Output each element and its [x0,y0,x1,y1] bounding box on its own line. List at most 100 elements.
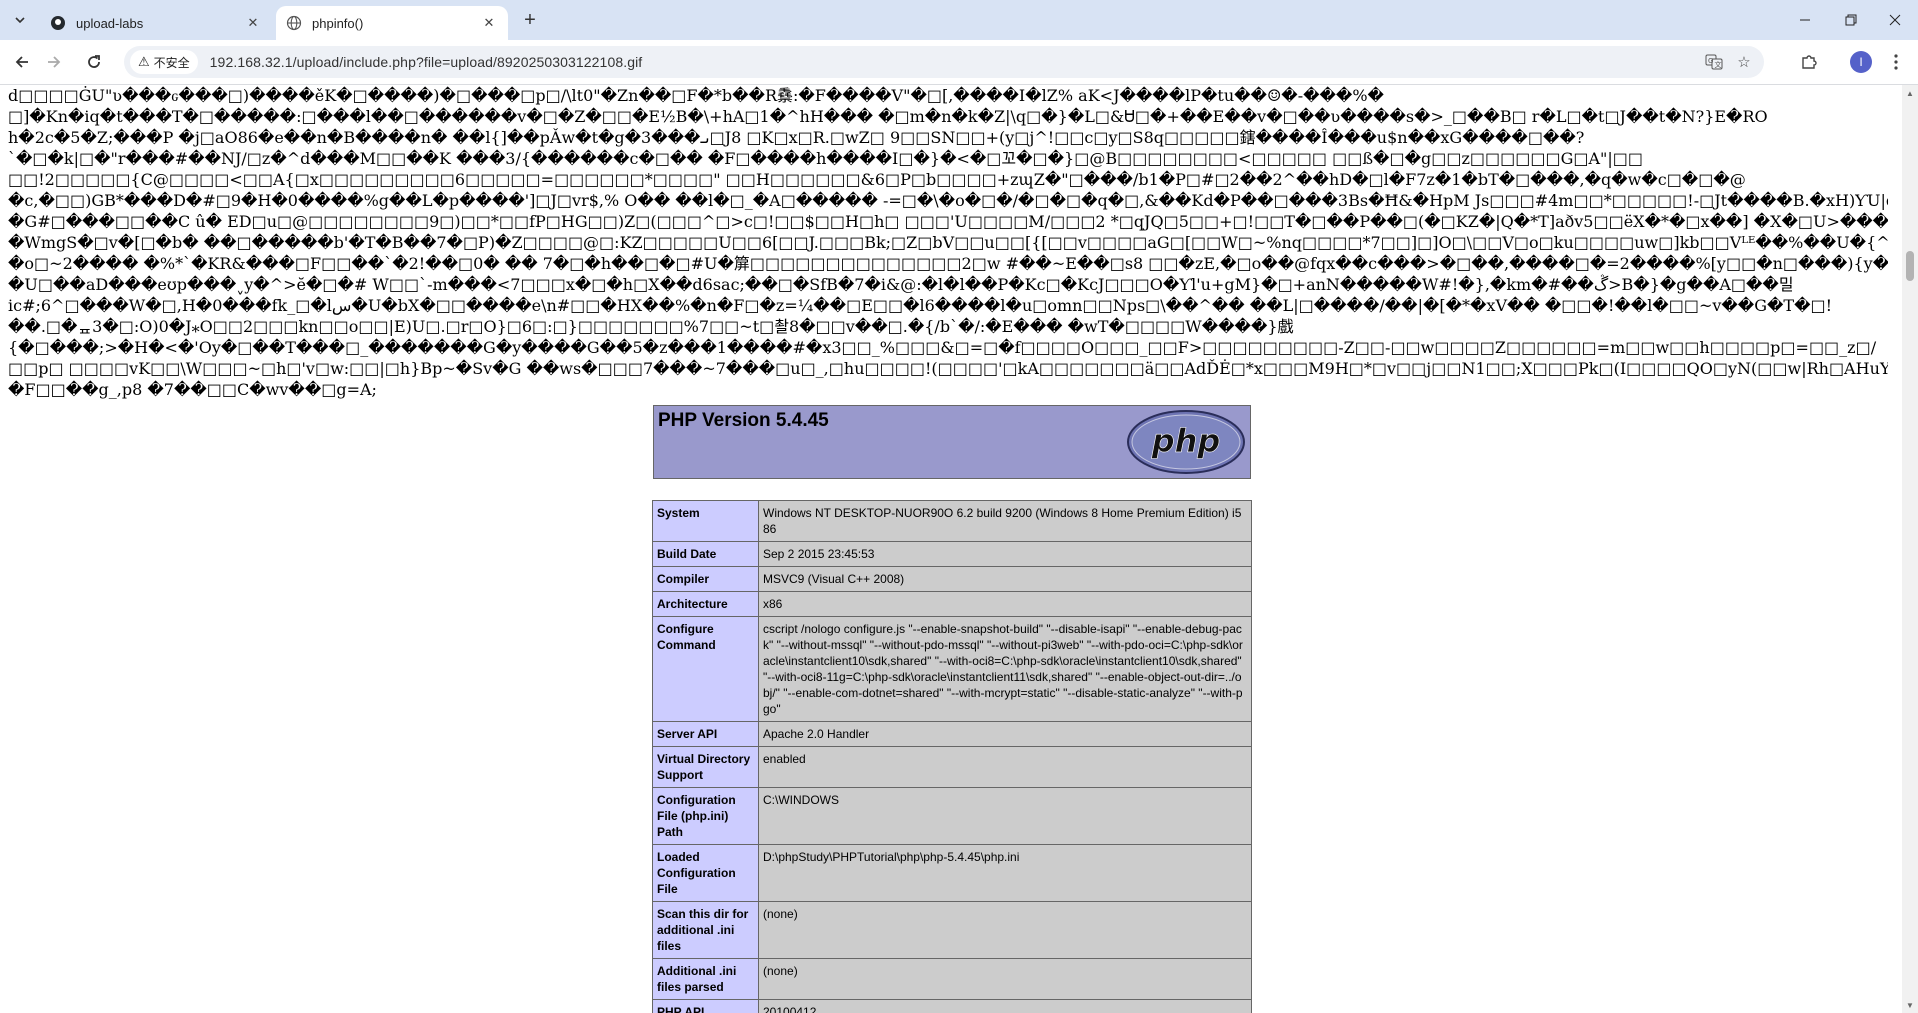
reload-icon [88,55,100,68]
info-key: Build Date [652,541,759,567]
info-value: D:\phpStudy\PHPTutorial\php\php-5.4.45\p… [758,844,1252,902]
garbage-line: �F□□��g_,p8 �7��□□C�wv��□g=A; [8,380,377,399]
info-key: Virtual Directory Support [652,746,759,788]
url-text[interactable]: 192.168.32.1/upload/include.php?file=upl… [210,54,643,70]
php-logo-icon: php [1127,410,1245,474]
garbage-line: `�□�k|□�"r���#��NJ/□z�^d���M□□��K ���3/{… [8,149,1644,168]
info-value: Apache 2.0 Handler [758,721,1252,747]
info-row: Scan this dir for additional .ini files(… [652,901,1252,959]
reload-button[interactable] [80,48,108,76]
php-logo-text: php [1151,422,1221,460]
minimize-icon [1800,19,1810,21]
tab-phpinfo[interactable]: phpinfo() ✕ [276,6,508,40]
info-key: Server API [652,721,759,747]
scroll-up-icon[interactable]: ▲ [1902,85,1918,101]
tab-search-button[interactable] [8,8,32,32]
new-tab-button[interactable]: + [518,8,542,32]
info-row: PHP API 20100412 [652,999,1252,1013]
garbage-line: h�2c�5�Z;���P �j□aO86�e��n�B����n� ��l{]… [8,128,1585,147]
info-key: Scan this dir for additional .ini files [652,901,759,959]
info-row: Virtual Directory Support enabled [652,746,1252,788]
menu-button[interactable] [1884,50,1908,74]
arrow-left-icon [15,56,28,68]
plus-icon: + [524,8,536,31]
info-row: Server API Apache 2.0 Handler [652,721,1252,747]
info-value: C:\WINDOWS [758,787,1252,845]
address-bar[interactable]: ⚠ 不安全 192.168.32.1/upload/include.php?fi… [124,46,1764,78]
garbage-line: □]�Kn�iq�t���T�□�����:□���l��□������v�□�… [8,107,1768,126]
info-key: Compiler [652,566,759,592]
garbage-line: �o□~2���� �%*`�KR&���□F□□��`�2!��□0� �� … [8,254,1888,273]
chevron-down-icon [15,17,25,24]
info-value: 20100412 [758,999,1252,1013]
info-value: cscript /nologo configure.js "--enable-s… [758,616,1252,722]
garbage-line: �G#□���□□��C û� ED□u□@□□□□□□□□9□)□□*□□fP… [8,212,1888,231]
garbage-line: �WmgS�□v�[□�b� ��□�����b'�T�B��7�□P)�Z□□… [8,233,1888,252]
close-icon[interactable]: ✕ [480,14,498,32]
info-key: Configure Command [652,616,759,722]
translate-icon: G文 [1705,54,1723,70]
puzzle-icon [1802,55,1817,69]
info-value: MSVC9 (Visual C++ 2008) [758,566,1252,592]
browser-toolbar: ⚠ 不安全 192.168.32.1/upload/include.php?fi… [0,40,1918,85]
restore-icon [1845,14,1857,26]
scrollbar-thumb[interactable] [1906,251,1914,281]
garbage-line: ic#;6^□���W�□,H�0���fk_□�lس�U�bX�□□����e… [8,296,1833,315]
info-key: Loaded Configuration File [652,844,759,902]
info-row: Architecture x86 [652,591,1252,617]
close-window-button[interactable] [1872,0,1918,40]
info-row: Additional .ini files parsed (none) [652,958,1252,1000]
tab-title: phpinfo() [312,15,364,31]
php-info-table: System Windows NT DESKTOP-NUOR90O 6.2 bui… [652,500,1252,1013]
page-viewport: d□□□□ĠU"ʋ���ԍ���□)����ěK�□����)�□���□p□/… [0,85,1902,1013]
security-chip[interactable]: ⚠ 不安全 [130,50,198,74]
info-value: enabled [758,746,1252,788]
garbage-line: {�□���;>�H�<�'Oy�□��T���□_�������G�y����… [8,338,1877,357]
info-value: Sep 2 2015 23:45:53 [758,541,1252,567]
info-key: System [652,500,759,542]
garbage-line: □□!2□□□□□{C@□□□□<□□A{□x□□□□□□□□□6□□□□□=□… [8,170,1746,189]
info-key: Architecture [652,591,759,617]
tab-upload-labs[interactable]: upload-labs ✕ [40,6,272,40]
info-value: x86 [758,591,1252,617]
warning-icon: ⚠ [138,54,150,69]
back-button[interactable] [8,48,36,76]
restore-button[interactable] [1828,0,1874,40]
tab-strip: upload-labs ✕ phpinfo() ✕ + [0,0,1918,40]
tab-title: upload-labs [76,15,144,31]
scroll-down-icon[interactable]: ▼ [1902,997,1918,1013]
arrow-right-icon [48,56,61,68]
info-row: Configuration File (php.ini) Path C:\WIND… [652,787,1252,845]
star-icon: ☆ [1737,54,1751,71]
page-scrollbar[interactable]: ▲ ▼ [1902,85,1918,1013]
svg-text:G: G [1708,57,1713,65]
binary-garbage-text: d□□□□ĠU"ʋ���ԍ���□)����ěK�□����)�□���□p□/… [8,85,1888,400]
svg-text:文: 文 [1715,60,1722,69]
minimize-button[interactable] [1782,0,1828,40]
close-icon [1889,14,1901,26]
github-favicon-icon [50,15,66,31]
bookmark-button[interactable]: ☆ [1732,50,1756,74]
garbage-line: □□p□ □□□□vK□□\W□□□~□h□'v□w:□□|□h}Bp~�Sv�… [8,359,1888,378]
garbage-line: �U□��aD���eʊp���ˬy�^>ĕ�□�# W□□`-m���<7□□… [8,275,1794,294]
globe-favicon-icon [286,15,302,31]
info-row: System Windows NT DESKTOP-NUOR90O 6.2 bui… [652,500,1252,542]
info-value: (none) [758,901,1252,959]
profile-avatar[interactable]: I [1850,51,1872,73]
info-row: Configure Command cscript /nologo configu… [652,616,1252,722]
forward-button[interactable] [40,48,68,76]
php-version-title: PHP Version 5.4.45 [658,410,829,431]
security-label: 不安全 [153,55,190,70]
close-icon[interactable]: ✕ [244,14,262,32]
translate-button[interactable]: G文 [1702,50,1726,74]
info-value: Windows NT DESKTOP-NUOR90O 6.2 build 920… [758,500,1252,542]
info-row: Build Date Sep 2 2015 23:45:53 [652,541,1252,567]
info-value: (none) [758,958,1252,1000]
info-key: Additional .ini files parsed [652,958,759,1000]
info-row: Compiler MSVC9 (Visual C++ 2008) [652,566,1252,592]
garbage-line: d□□□□ĠU"ʋ���ԍ���□)����ěK�□����)�□���□p□/… [8,86,1384,105]
info-key: PHP API [652,999,759,1013]
php-version-header: PHP Version 5.4.45 php [653,405,1251,479]
kebab-menu-icon [1894,54,1898,70]
extensions-button[interactable] [1797,50,1821,74]
